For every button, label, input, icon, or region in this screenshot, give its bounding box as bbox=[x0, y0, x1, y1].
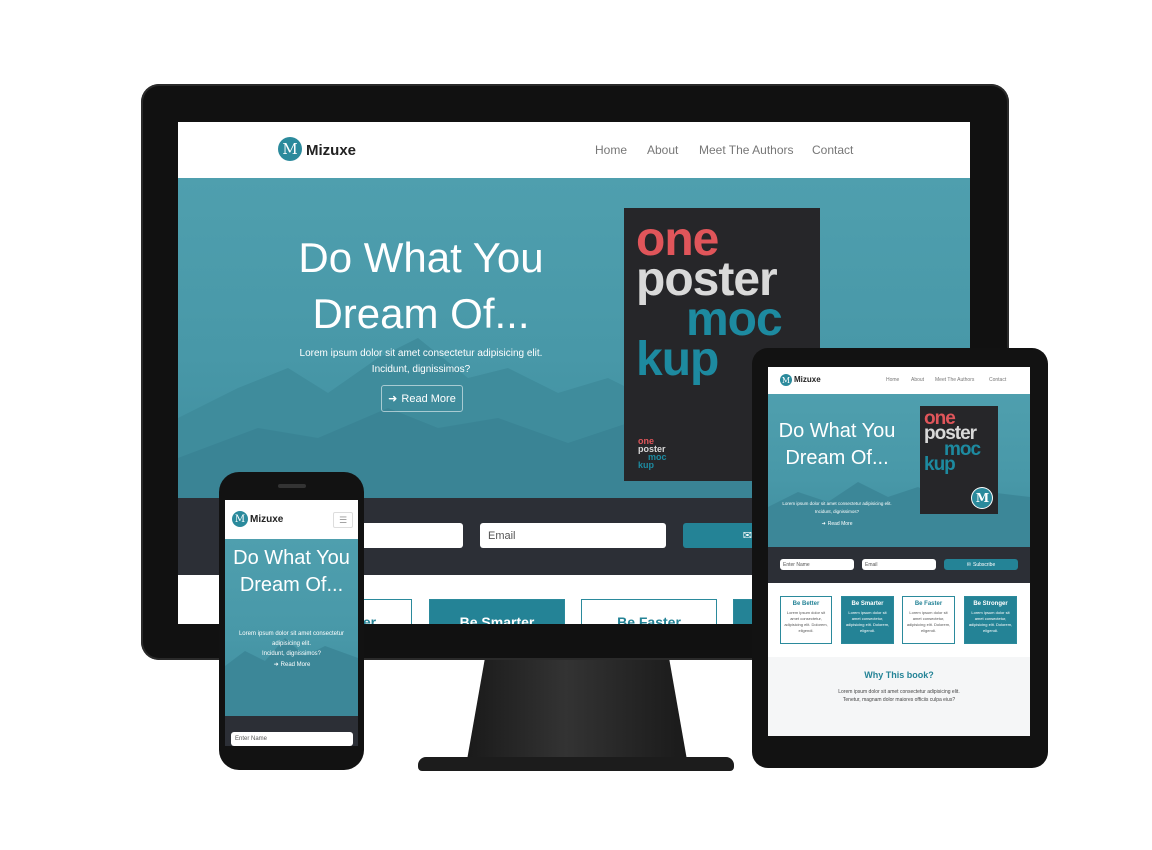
phone-read-more-button[interactable]: ➜ Read More bbox=[267, 658, 317, 671]
tablet-nav-contact[interactable]: Contact bbox=[989, 377, 1006, 383]
hamburger-menu-icon[interactable]: ☰ bbox=[333, 512, 353, 528]
poster-mini-kup: kup bbox=[638, 460, 655, 470]
read-more-button[interactable]: ➜ Read More bbox=[381, 385, 463, 412]
desktop-monitor-foot bbox=[418, 757, 734, 771]
phone-hero: Do What You Dream Of... Lorem ipsum dolor… bbox=[225, 539, 358, 716]
hero-subtitle: Lorem ipsum dolor sit amet consectetur a… bbox=[299, 348, 543, 375]
why-text: Lorem ipsum dolor sit amet consectetur a… bbox=[838, 689, 960, 703]
phone-brand-logo-icon[interactable]: M bbox=[232, 511, 248, 527]
tablet-poster-logo-icon: M bbox=[972, 488, 992, 508]
email-input[interactable]: Email bbox=[480, 523, 666, 548]
tablet-navbar: M Mizuxe Home About Meet The Authors Con… bbox=[768, 367, 1030, 394]
phone-navbar: M Mizuxe ☰ bbox=[225, 500, 358, 539]
nav-link-about[interactable]: About bbox=[647, 143, 678, 157]
desktop-navbar: M Mizuxe Home About Meet The Authors Con… bbox=[178, 122, 970, 178]
tablet-subscribe-button[interactable]: ✉ Subscribe bbox=[944, 559, 1018, 570]
tablet-subscribe-bar: Enter Name Email ✉ Subscribe bbox=[768, 547, 1030, 583]
tablet-brand-name[interactable]: Mizuxe bbox=[794, 375, 821, 384]
tablet-card-be-stronger: Be Stronger Lorem ipsum dolor sit amet c… bbox=[964, 596, 1017, 644]
envelope-icon: ✉ bbox=[742, 530, 753, 542]
brand-name[interactable]: Mizuxe bbox=[306, 142, 356, 159]
tablet-card-be-smarter: Be Smarter Lorem ipsum dolor sit amet co… bbox=[841, 596, 894, 644]
tablet-nav-about[interactable]: About bbox=[911, 377, 924, 383]
tablet-hero-subtitle: Lorem ipsum dolor sit amet consectetur a… bbox=[782, 501, 892, 514]
tablet-nav-authors[interactable]: Meet The Authors bbox=[935, 377, 974, 383]
tablet-brand-logo-icon[interactable]: M bbox=[780, 374, 792, 386]
tablet-card-be-better: Be Better Lorem ipsum dolor sit amet con… bbox=[780, 596, 832, 644]
phone-subscribe-bar: Enter Name bbox=[225, 716, 358, 746]
phone-hero-title: Do What You Dream Of... bbox=[233, 547, 350, 596]
envelope-icon: ✉ bbox=[966, 561, 971, 568]
desktop-monitor-stand bbox=[467, 660, 687, 760]
phone-speaker bbox=[278, 484, 306, 488]
tablet-hero: Do What You Dream Of... Lorem ipsum dolor… bbox=[768, 394, 1030, 547]
arrow-right-icon: ➜ bbox=[388, 393, 398, 405]
tablet-hero-title: Do What You Dream Of... bbox=[778, 420, 896, 469]
tablet-card-be-faster: Be Faster Lorem ipsum dolor sit amet con… bbox=[902, 596, 955, 644]
tablet-screen: M Mizuxe Home About Meet The Authors Con… bbox=[768, 367, 1030, 736]
why-title: Why This book? bbox=[864, 670, 934, 680]
tablet-why-section: Why This book? Lorem ipsum dolor sit ame… bbox=[768, 657, 1030, 736]
phone-screen: M Mizuxe ☰ Do What You Dream Of... Lorem … bbox=[225, 500, 358, 746]
phone-brand-name[interactable]: Mizuxe bbox=[250, 514, 283, 525]
phone-name-input[interactable]: Enter Name bbox=[231, 732, 353, 746]
tablet-read-more-button[interactable]: ➜ Read More bbox=[819, 518, 855, 529]
tablet-poster-mockup: one poster moc kup M bbox=[920, 406, 998, 514]
nav-link-authors[interactable]: Meet The Authors bbox=[699, 143, 794, 157]
tablet-nav-home[interactable]: Home bbox=[886, 377, 899, 383]
phone-hero-subtitle: Lorem ipsum dolor sit amet consectetur a… bbox=[238, 631, 345, 657]
brand-logo-icon[interactable]: M bbox=[278, 137, 302, 161]
tablet-email-input[interactable]: Email bbox=[862, 559, 936, 570]
tablet-name-input[interactable]: Enter Name bbox=[780, 559, 854, 570]
nav-link-contact[interactable]: Contact bbox=[812, 143, 853, 157]
hero-title: Do What You Dream Of... bbox=[298, 234, 544, 337]
nav-link-home[interactable]: Home bbox=[595, 143, 627, 157]
arrow-right-icon: ➜ bbox=[821, 520, 826, 527]
arrow-right-icon: ➜ bbox=[273, 662, 279, 668]
card-be-faster: Be Faster bbox=[581, 599, 717, 624]
card-be-smarter: Be Smarter bbox=[429, 599, 565, 624]
poster-word-kup: kup bbox=[636, 333, 719, 386]
